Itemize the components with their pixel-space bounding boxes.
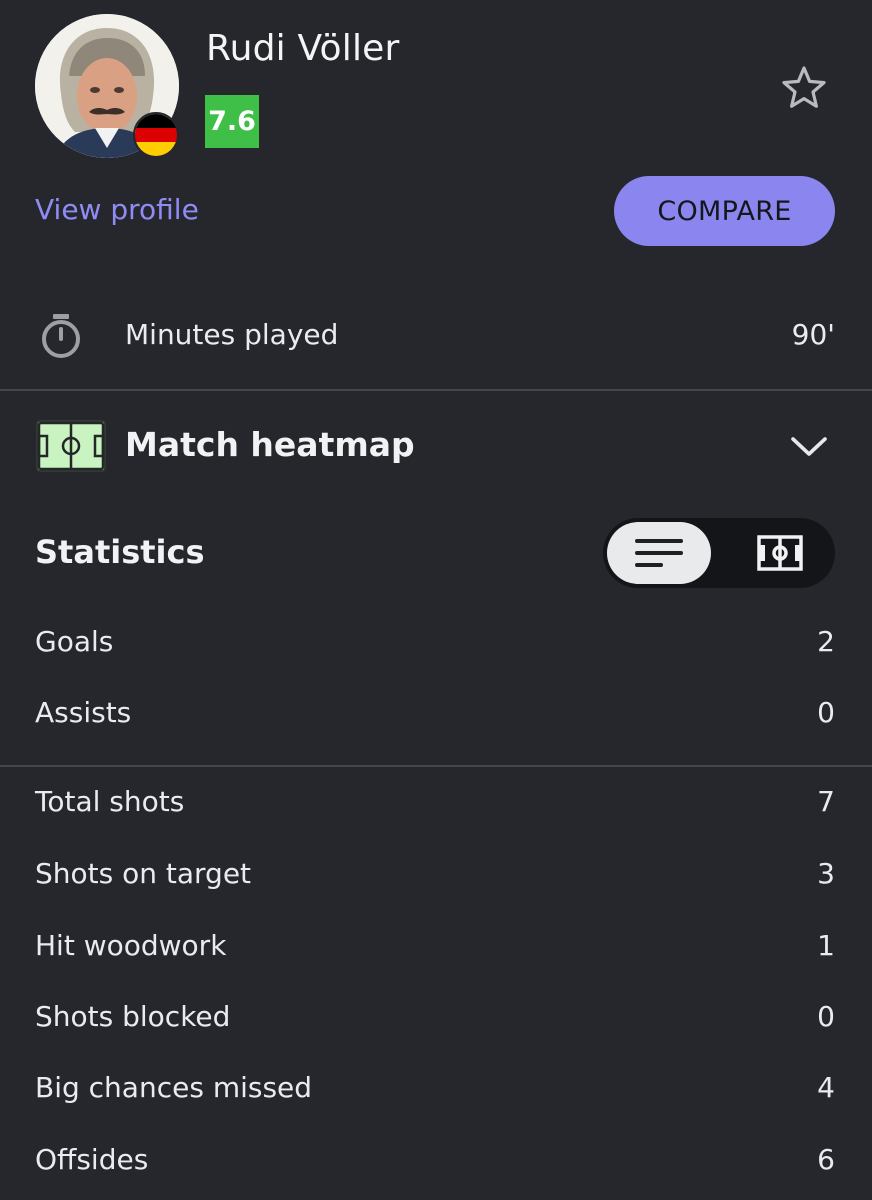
- section-divider: [0, 389, 872, 391]
- stat-value-shots-blocked: 0: [817, 1000, 835, 1033]
- stat-value-big-chances-missed: 4: [817, 1071, 835, 1104]
- stat-label-goals: Goals: [35, 625, 114, 658]
- pitch-view-icon: [757, 535, 803, 571]
- stat-value-total-shots: 7: [817, 785, 835, 818]
- favorite-star-icon[interactable]: [778, 64, 830, 112]
- chevron-down-icon[interactable]: [789, 434, 829, 460]
- match-heatmap-label: Match heatmap: [125, 425, 415, 464]
- stat-label-offsides: Offsides: [35, 1143, 149, 1176]
- player-name: Rudi Völler: [206, 28, 400, 69]
- pitch-view-button[interactable]: [735, 522, 831, 584]
- stat-label-big-chances-missed: Big chances missed: [35, 1071, 313, 1104]
- statistics-title: Statistics: [35, 533, 205, 571]
- compare-button[interactable]: COMPARE: [614, 176, 835, 246]
- stat-value-assists: 0: [817, 696, 835, 729]
- stat-label-shots-blocked: Shots blocked: [35, 1000, 231, 1033]
- view-profile-link[interactable]: View profile: [35, 193, 199, 226]
- stats-group-divider: [0, 765, 872, 767]
- list-view-icon: [635, 539, 683, 567]
- stat-label-assists: Assists: [35, 696, 132, 729]
- minutes-played-value: 90': [791, 318, 835, 351]
- stat-value-offsides: 6: [817, 1143, 835, 1176]
- stat-value-hit-woodwork: 1: [817, 929, 835, 962]
- rating-badge: 7.6: [205, 95, 259, 148]
- stat-value-goals: 2: [817, 625, 835, 658]
- stat-label-total-shots: Total shots: [35, 785, 185, 818]
- list-view-button[interactable]: [607, 522, 711, 584]
- germany-flag-icon: [133, 112, 179, 158]
- stat-label-shots-on-target: Shots on target: [35, 857, 252, 890]
- football-pitch-icon: [35, 419, 107, 473]
- stopwatch-icon: [38, 312, 84, 360]
- minutes-played-label: Minutes played: [125, 318, 339, 351]
- stat-value-shots-on-target: 3: [817, 857, 835, 890]
- stat-label-hit-woodwork: Hit woodwork: [35, 929, 227, 962]
